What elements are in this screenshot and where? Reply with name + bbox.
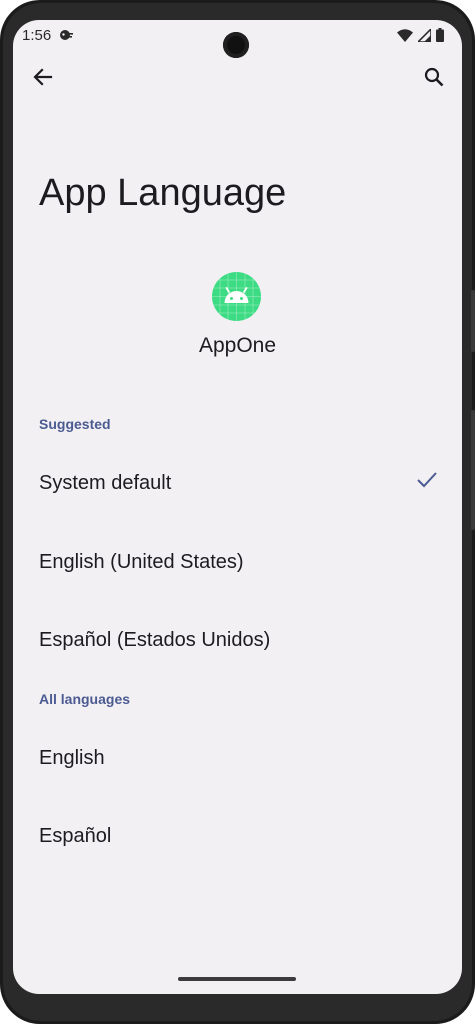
page-title: App Language	[39, 172, 287, 214]
app-icon	[212, 272, 261, 321]
section-header-suggested: Suggested	[39, 416, 111, 432]
language-label: System default	[39, 471, 172, 494]
language-label: Español	[39, 824, 112, 847]
language-label: English (United States)	[39, 550, 244, 573]
language-item-espanol[interactable]: Español	[13, 798, 462, 874]
front-camera	[223, 32, 249, 58]
signal-icon	[416, 26, 432, 47]
wifi-icon	[397, 28, 413, 47]
language-label: English	[39, 746, 105, 769]
status-time: 1:56	[22, 27, 52, 44]
power-button	[471, 290, 475, 352]
language-label: Español (Estados Unidos)	[39, 628, 271, 651]
back-button[interactable]	[23, 59, 63, 99]
app-name: AppOne	[198, 334, 277, 357]
screen: 1:56 App Language AppOne Suggested Syste…	[13, 20, 462, 994]
search-button[interactable]	[414, 59, 454, 99]
status-icons	[397, 26, 444, 47]
language-item-system-default[interactable]: System default	[13, 445, 462, 521]
language-item-english-us[interactable]: English (United States)	[13, 524, 462, 600]
check-icon	[416, 471, 438, 495]
battery-icon	[436, 28, 444, 47]
home-indicator[interactable]	[178, 977, 296, 981]
notification-icon	[58, 28, 74, 47]
phone-frame: 1:56 App Language AppOne Suggested Syste…	[0, 0, 475, 1024]
android-icon	[212, 272, 261, 321]
language-item-espanol-us[interactable]: Español (Estados Unidos)	[13, 602, 462, 678]
status-bar: 1:56	[13, 20, 462, 58]
volume-rocker	[471, 410, 475, 530]
arrow-back-icon	[33, 67, 53, 92]
section-header-all-languages: All languages	[39, 691, 131, 707]
search-icon	[424, 67, 444, 92]
language-item-english[interactable]: English	[13, 720, 462, 796]
